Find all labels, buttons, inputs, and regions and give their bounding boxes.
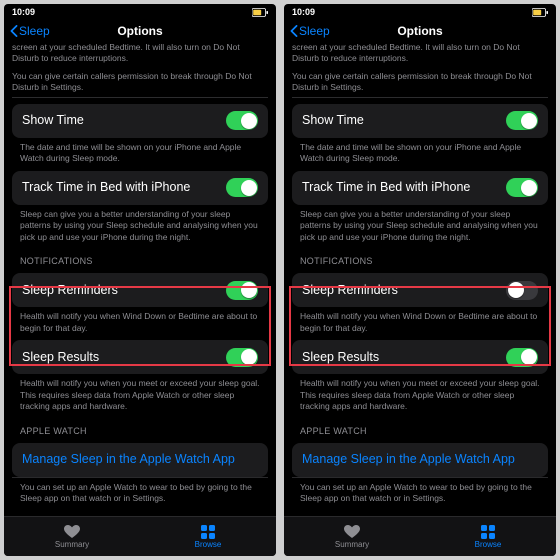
row-label: Sleep Reminders xyxy=(302,282,398,299)
toggle-sleep-reminders[interactable] xyxy=(506,281,538,300)
tab-label: Summary xyxy=(335,540,369,549)
tab-label: Browse xyxy=(195,540,222,549)
tab-summary[interactable]: Summary xyxy=(4,517,140,556)
toggle-track-time[interactable] xyxy=(506,178,538,197)
toggle-track-time[interactable] xyxy=(226,178,258,197)
row-sleep-reminders: Sleep Reminders xyxy=(12,273,268,307)
toggle-sleep-reminders[interactable] xyxy=(226,281,258,300)
row-label: Show Time xyxy=(302,112,364,129)
toggle-sleep-results[interactable] xyxy=(506,348,538,367)
intro-text-1: screen at your scheduled Bedtime. It wil… xyxy=(12,42,268,65)
phone-right: 10:09 Sleep Options screen at your sched… xyxy=(284,4,556,556)
row-label: Sleep Results xyxy=(302,349,379,366)
page-title: Options xyxy=(397,24,442,38)
row-label: Track Time in Bed with iPhone xyxy=(22,179,190,196)
status-bar: 10:09 xyxy=(284,4,556,20)
toggle-sleep-results[interactable] xyxy=(226,348,258,367)
section-notifications: NOTIFICATIONS xyxy=(12,243,268,267)
heart-icon xyxy=(63,525,81,539)
caption-apple-watch: You can set up an Apple Watch to wear to… xyxy=(12,477,268,505)
row-track-time: Track Time in Bed with iPhone xyxy=(12,171,268,205)
caption-track-time: Sleep can give you a better understandin… xyxy=(292,205,548,243)
link-manage-watch: Manage Sleep in the Apple Watch App xyxy=(22,451,235,468)
grid-icon xyxy=(199,525,217,539)
row-show-time: Show Time xyxy=(292,104,548,138)
tab-bar: Summary Browse xyxy=(284,516,556,556)
row-track-time: Track Time in Bed with iPhone xyxy=(292,171,548,205)
status-time: 10:09 xyxy=(12,7,35,17)
intro-text-2: You can give certain callers permission … xyxy=(292,71,548,94)
intro-text-1: screen at your scheduled Bedtime. It wil… xyxy=(292,42,548,65)
caption-sleep-reminders: Health will notify you when Wind Down or… xyxy=(12,307,268,334)
tab-bar: Summary Browse xyxy=(4,516,276,556)
tab-label: Browse xyxy=(475,540,502,549)
row-label: Sleep Results xyxy=(22,349,99,366)
settings-scroll[interactable]: screen at your scheduled Bedtime. It wil… xyxy=(284,42,556,516)
caption-track-time: Sleep can give you a better understandin… xyxy=(12,205,268,243)
caption-apple-watch: You can set up an Apple Watch to wear to… xyxy=(292,477,548,505)
chevron-left-icon xyxy=(290,25,298,37)
back-label: Sleep xyxy=(299,24,330,38)
row-sleep-results: Sleep Results xyxy=(12,340,268,374)
page-title: Options xyxy=(117,24,162,38)
section-apple-watch: APPLE WATCH xyxy=(12,413,268,437)
row-label: Show Time xyxy=(22,112,84,129)
status-bar: 10:09 xyxy=(4,4,276,20)
battery-icon xyxy=(252,8,268,17)
battery-icon xyxy=(532,8,548,17)
toggle-show-time[interactable] xyxy=(506,111,538,130)
caption-sleep-reminders: Health will notify you when Wind Down or… xyxy=(292,307,548,334)
caption-show-time: The date and time will be shown on your … xyxy=(12,138,268,165)
row-sleep-results: Sleep Results xyxy=(292,340,548,374)
caption-show-time: The date and time will be shown on your … xyxy=(292,138,548,165)
tab-browse[interactable]: Browse xyxy=(420,517,556,556)
back-button[interactable]: Sleep xyxy=(10,24,50,38)
tab-browse[interactable]: Browse xyxy=(140,517,276,556)
caption-sleep-results: Health will notify you when you meet or … xyxy=(12,374,268,412)
tab-summary[interactable]: Summary xyxy=(284,517,420,556)
nav-bar: Sleep Options xyxy=(4,20,276,42)
link-manage-watch: Manage Sleep in the Apple Watch App xyxy=(302,451,515,468)
caption-sleep-results: Health will notify you when you meet or … xyxy=(292,374,548,412)
back-button[interactable]: Sleep xyxy=(290,24,330,38)
heart-icon xyxy=(343,525,361,539)
row-label: Sleep Reminders xyxy=(22,282,118,299)
row-label: Track Time in Bed with iPhone xyxy=(302,179,470,196)
back-label: Sleep xyxy=(19,24,50,38)
toggle-show-time[interactable] xyxy=(226,111,258,130)
grid-icon xyxy=(479,525,497,539)
tab-label: Summary xyxy=(55,540,89,549)
section-apple-watch: APPLE WATCH xyxy=(292,413,548,437)
settings-scroll[interactable]: screen at your scheduled Bedtime. It wil… xyxy=(4,42,276,516)
chevron-left-icon xyxy=(10,25,18,37)
row-manage-watch[interactable]: Manage Sleep in the Apple Watch App xyxy=(12,443,268,477)
row-manage-watch[interactable]: Manage Sleep in the Apple Watch App xyxy=(292,443,548,477)
nav-bar: Sleep Options xyxy=(284,20,556,42)
section-notifications: NOTIFICATIONS xyxy=(292,243,548,267)
status-time: 10:09 xyxy=(292,7,315,17)
intro-text-2: You can give certain callers permission … xyxy=(12,71,268,94)
phone-left: 10:09 Sleep Options screen at your sched… xyxy=(4,4,276,556)
comparison-stage: 10:09 Sleep Options screen at your sched… xyxy=(0,0,560,560)
row-show-time: Show Time xyxy=(12,104,268,138)
row-sleep-reminders: Sleep Reminders xyxy=(292,273,548,307)
